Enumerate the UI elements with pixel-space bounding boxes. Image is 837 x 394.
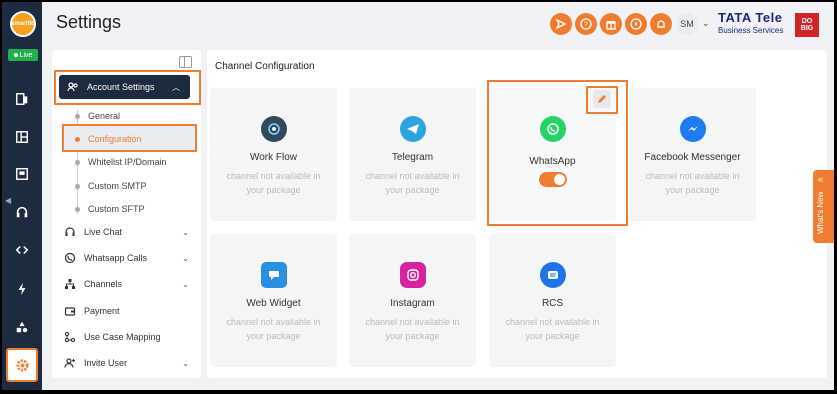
channel-configuration-panel: Channel Configuration Work Flow channel … [207, 50, 827, 378]
apps-icon[interactable] [12, 317, 32, 337]
expand-rail-icon[interactable]: ◀ [5, 196, 11, 205]
svg-text:?: ? [584, 22, 588, 29]
channel-card-web-widget[interactable]: Web Widget channel not available in your … [210, 234, 337, 367]
app-window: smartflo Live ◀ Settings ? SM ⌄ TATA Tel… [2, 2, 834, 390]
sub-item-configuration[interactable]: Configuration [88, 134, 142, 144]
menu-invite-user[interactable]: Invite User ⌄ [64, 357, 189, 369]
page-title: Settings [56, 12, 122, 32]
mapping-icon [64, 331, 76, 343]
messenger-icon [679, 116, 706, 142]
contacts-icon[interactable] [12, 89, 32, 109]
add-user-icon [64, 358, 75, 368]
workflow-icon [260, 116, 287, 142]
live-status-badge: Live [8, 49, 38, 61]
dashboard-icon[interactable] [12, 127, 32, 147]
play-icon[interactable] [625, 13, 647, 35]
monitor-icon[interactable] [12, 164, 32, 184]
gift-icon[interactable] [600, 13, 622, 35]
sub-item-custom-smtp[interactable]: Custom SMTP [88, 181, 147, 191]
top-bar: Settings ? SM ⌄ TATA Tele Business Servi… [42, 2, 834, 46]
users-icon [67, 82, 78, 92]
menu-payment[interactable]: Payment [64, 305, 189, 317]
avatar[interactable]: SM [676, 13, 698, 35]
menu-whatsapp-calls[interactable]: Whatsapp Calls ⌄ [64, 252, 189, 264]
chevron-down-icon[interactable]: ⌄ [702, 18, 710, 29]
sub-item-whitelist[interactable]: Whitelist IP/Domain [88, 157, 167, 167]
channel-card-workflow[interactable]: Work Flow channel not available in your p… [210, 88, 337, 221]
double-chevron-icon: « [818, 174, 824, 184]
instagram-icon [399, 262, 426, 288]
channel-card-instagram[interactable]: Instagram channel not available in your p… [349, 234, 476, 367]
send-icon[interactable] [550, 13, 572, 35]
help-icon[interactable]: ? [575, 13, 597, 35]
code-icon[interactable] [12, 240, 32, 260]
chevron-up-icon: ︿ [172, 83, 180, 92]
edit-icon[interactable] [593, 90, 611, 108]
headset-icon [65, 227, 75, 236]
brand-badge: DO BIG [795, 13, 819, 37]
app-logo[interactable]: smartflo [10, 11, 36, 37]
telegram-icon [399, 116, 426, 142]
account-settings-button[interactable]: Account Settings ︿ [59, 75, 190, 99]
channel-card-rcs[interactable]: RCS channel not available in your package [489, 234, 616, 367]
settings-icon[interactable] [6, 348, 38, 382]
sub-item-general[interactable]: General [88, 111, 120, 121]
menu-use-case-mapping[interactable]: Use Case Mapping [64, 331, 189, 343]
channel-card-telegram[interactable]: Telegram channel not available in your pa… [349, 88, 476, 221]
sub-item-custom-sftp[interactable]: Custom SFTP [88, 204, 145, 214]
whats-new-tab[interactable]: « What's New [813, 170, 834, 243]
collapse-panel-icon[interactable] [179, 56, 192, 68]
channel-card-messenger[interactable]: Facebook Messenger channel not available… [629, 88, 756, 221]
headset-icon[interactable] [12, 202, 32, 222]
brand-logo: TATA Tele Business Services [718, 10, 784, 35]
hierarchy-icon [65, 279, 75, 289]
menu-live-chat[interactable]: Live Chat ⌄ [64, 226, 189, 238]
chat-widget-icon [260, 262, 287, 288]
phone-icon [64, 252, 76, 264]
rcs-icon [539, 262, 566, 288]
wallet-icon [64, 307, 76, 316]
section-title: Channel Configuration [215, 61, 315, 72]
menu-channels[interactable]: Channels ⌄ [64, 278, 189, 290]
settings-sidebar: Account Settings ︿ General Configuration… [52, 50, 201, 378]
bolt-icon[interactable] [12, 279, 32, 299]
bell-icon[interactable] [650, 13, 672, 35]
left-rail: smartflo Live ◀ [2, 2, 42, 390]
